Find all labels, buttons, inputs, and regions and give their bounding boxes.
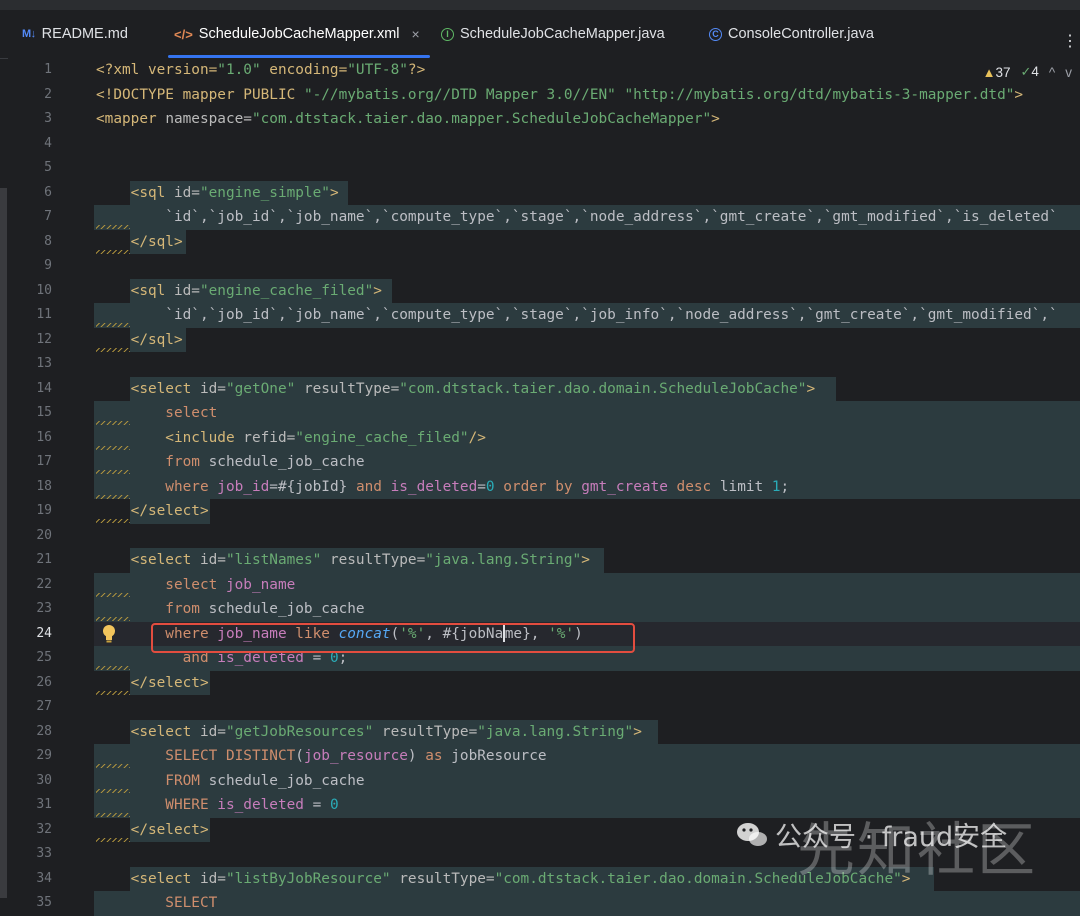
code-line-12: </sql> <box>94 327 1080 352</box>
tab-label: ScheduleJobCacheMapper.xml <box>198 26 400 42</box>
code-line-28: <select id="getJobResources" resultType=… <box>94 719 1080 744</box>
line-number: 28 <box>36 723 52 739</box>
code-line-18: where job_id=#{jobId} and is_deleted=0 o… <box>94 474 1080 499</box>
line-number: 26 <box>36 674 52 690</box>
line-number: 15 <box>36 405 52 420</box>
line-number: 32 <box>36 821 52 837</box>
next-highlight-icon[interactable]: v <box>1065 65 1072 80</box>
line-number: 34 <box>36 870 52 886</box>
code-line-1: <?xml version="1.0" encoding="UTF-8"?> <box>96 62 426 78</box>
line-number: 24 <box>36 625 52 641</box>
inspection-widget[interactable]: ▲37 ✓4 ^ v <box>983 64 1072 80</box>
line-number: 29 <box>36 748 52 763</box>
tab-consolecontroller-java[interactable]: C ConsoleController.java <box>709 10 874 58</box>
tab-readme[interactable]: M↓ README.md <box>22 10 128 58</box>
interface-icon: I <box>441 27 454 41</box>
tab-label: ScheduleJobCacheMapper.java <box>460 26 665 42</box>
tab-label: ConsoleController.java <box>728 26 874 42</box>
line-number: 5 <box>44 160 52 175</box>
class-icon: C <box>709 27 722 41</box>
line-number: 10 <box>36 282 52 298</box>
more-tabs-icon[interactable]: ⋮ <box>1062 34 1078 50</box>
code-line-15: select <box>94 401 1080 426</box>
line-number: 3 <box>44 111 52 126</box>
typo-count[interactable]: ✓4 <box>1020 64 1038 80</box>
line-number: 18 <box>36 478 52 494</box>
tab-label: README.md <box>41 26 128 42</box>
check-icon: ✓ <box>1020 64 1032 79</box>
editor-tab-bar: M↓ README.md </> ScheduleJobCacheMapper.… <box>0 10 1080 59</box>
line-number: 17 <box>36 454 52 469</box>
watermark-big-text: 先知社区 <box>797 816 1038 884</box>
code-line-19: </select> <box>94 499 1080 524</box>
tab-schedulejobcachemapper-xml[interactable]: </> ScheduleJobCacheMapper.xml × <box>168 10 430 58</box>
previous-highlight-icon[interactable]: ^ <box>1049 65 1055 80</box>
code-line-30: FROM schedule_job_cache <box>94 768 1080 793</box>
code-line-29: SELECT DISTINCT(job_resource) as jobReso… <box>94 744 1080 769</box>
line-number: 21 <box>36 552 52 567</box>
code-line-17: from schedule_job_cache <box>94 450 1080 475</box>
code-line-21: <select id="listNames" resultType="java.… <box>94 548 1080 573</box>
code-line-16: <include refid="engine_cache_filed"/> <box>94 425 1080 450</box>
line-number: 16 <box>36 429 52 445</box>
line-number: 7 <box>44 209 52 224</box>
left-scroll-indicator <box>0 188 7 898</box>
line-number: 2 <box>44 86 52 102</box>
highlight-box <box>151 623 635 653</box>
watermark: 先知社区 公众号 · fraud安全 <box>735 815 1035 884</box>
line-number: 22 <box>36 576 52 592</box>
line-number-gutter: 1 2 3 4 5 6 7 8 9 10 11 12 13 14 15 16 17 18 19 20 21 22 23 24 2… <box>8 58 94 910</box>
line-number: 4 <box>44 135 52 151</box>
code-line-3: <mapper namespace="com.dtstack.taier.dao… <box>96 111 720 127</box>
warning-icon: ▲ <box>982 64 996 80</box>
line-number: 13 <box>36 356 52 371</box>
code-line-6: <sql id="engine_simple"> <box>94 180 1080 205</box>
line-number: 30 <box>36 772 52 788</box>
line-number: 9 <box>44 258 52 273</box>
warning-count[interactable]: ▲37 <box>983 65 1011 80</box>
line-number: 14 <box>36 380 52 396</box>
line-number: 33 <box>36 846 52 861</box>
code-line-14: <select id="getOne" resultType="com.dtst… <box>94 376 1080 401</box>
code-line-7: `id`,`job_id`,`job_name`,`compute_type`,… <box>94 205 1080 230</box>
line-number: 1 <box>44 62 52 77</box>
code-line-8: </sql> <box>94 229 1080 254</box>
markdown-icon: M↓ <box>22 28 36 40</box>
line-number: 11 <box>36 307 52 322</box>
line-number: 20 <box>36 527 52 543</box>
code-line-23: from schedule_job_cache <box>94 597 1080 622</box>
lightbulb-icon[interactable] <box>101 624 117 644</box>
code-line-26: </select> <box>94 670 1080 695</box>
line-number: 8 <box>44 233 52 249</box>
line-number: 31 <box>36 797 52 812</box>
code-line-10: <sql id="engine_cache_filed"> <box>94 278 1080 303</box>
line-number: 23 <box>36 601 52 616</box>
code-line-22: select job_name <box>94 572 1080 597</box>
code-editor[interactable]: <?xml version="1.0" encoding="UTF-8"?> <… <box>94 58 1080 916</box>
line-number: 12 <box>36 331 52 347</box>
code-line-11: `id`,`job_id`,`job_name`,`compute_type`,… <box>94 303 1080 328</box>
tab-schedulejobcachemapper-java[interactable]: I ScheduleJobCacheMapper.java <box>441 10 665 58</box>
code-line-35: SELECT <box>94 891 1080 916</box>
code-line-2: <!DOCTYPE mapper PUBLIC "-//mybatis.org/… <box>96 86 1024 103</box>
wechat-icon <box>737 822 767 846</box>
line-number: 35 <box>36 895 52 910</box>
line-number: 27 <box>36 699 52 714</box>
close-tab-icon[interactable]: × <box>412 26 420 42</box>
line-number: 19 <box>36 503 52 518</box>
line-number: 25 <box>36 650 52 665</box>
xml-icon: </> <box>174 26 193 42</box>
line-number: 6 <box>44 184 52 200</box>
